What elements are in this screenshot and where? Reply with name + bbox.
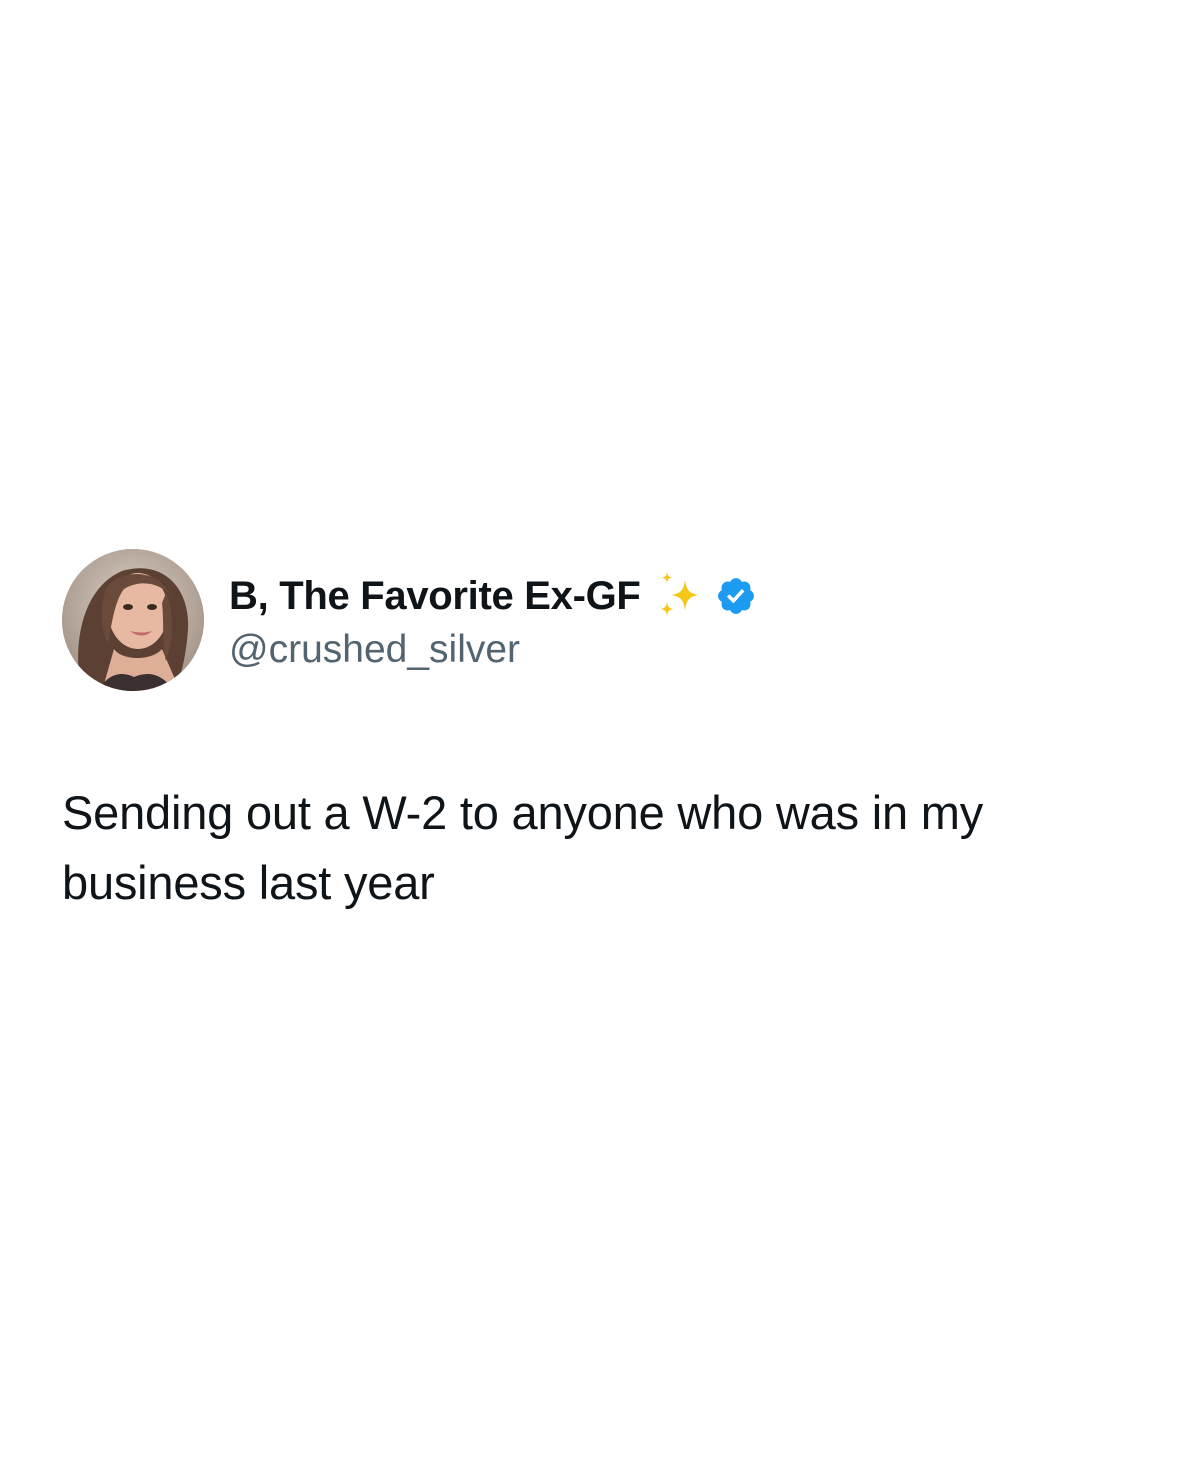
display-name[interactable]: B, The Favorite Ex-GF (229, 574, 641, 619)
avatar-photo (62, 549, 204, 691)
avatar[interactable] (62, 549, 204, 691)
display-name-row: B, The Favorite Ex-GF (229, 568, 757, 624)
tweet-card: B, The Favorite Ex-GF @crushed_silver Se… (62, 548, 1122, 918)
tweet-header: B, The Favorite Ex-GF @crushed_silver (62, 548, 1122, 692)
tweet-text: Sending out a W-2 to anyone who was in m… (62, 786, 984, 909)
author-names: B, The Favorite Ex-GF @crushed_silver (229, 568, 757, 672)
sparkles-icon (653, 570, 705, 622)
author-handle[interactable]: @crushed_silver (229, 628, 757, 672)
verified-badge-icon[interactable] (715, 575, 757, 617)
